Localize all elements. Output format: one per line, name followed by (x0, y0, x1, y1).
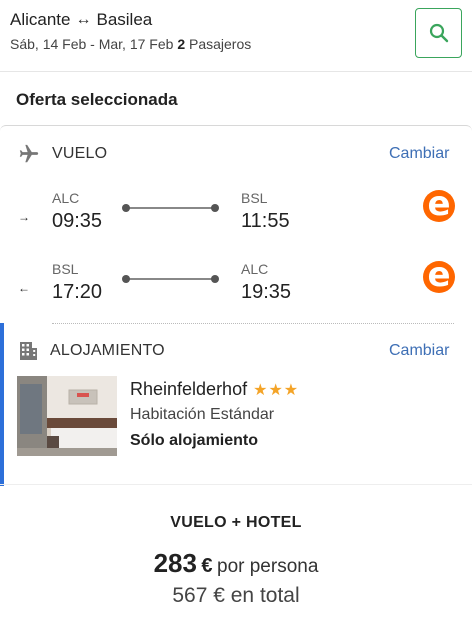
airline-logo: e (423, 187, 455, 222)
departure-time: 17:20 (52, 281, 103, 303)
date-range: Sáb, 14 Feb - Mar, 17 Feb (10, 36, 174, 52)
selected-offer-title: Oferta seleccionada (16, 90, 178, 109)
search-button[interactable] (415, 8, 462, 58)
price-total: 567 € en total (0, 584, 472, 608)
hotel-stars-rating: ★★★ (253, 381, 300, 399)
flight-leg-outbound: → ALC 09:35 BSL 11:55 e (0, 187, 472, 248)
hotel-section-label: ALOJAMIENTO (50, 342, 165, 359)
change-flight-link[interactable]: Cambiar (389, 145, 449, 163)
flight-path-line (126, 207, 216, 209)
hotel-photo[interactable] (17, 376, 117, 456)
destination-city: Basilea (96, 10, 153, 29)
passenger-label: Pasajeros (189, 36, 252, 52)
hotel-name-text: Rheinfelderhof (130, 379, 248, 399)
route-title: Alicante ↔ Basilea (10, 10, 152, 30)
hotel-section-header: ALOJAMIENTO (18, 340, 165, 362)
room-type: Habitación Estándar (130, 406, 275, 423)
return-direction-icon: ← (18, 281, 30, 295)
total-price-label: € en total (213, 584, 300, 607)
flight-section-header: VUELO (18, 143, 107, 165)
trip-dates: Sáb, 14 Feb - Mar, 17 Feb 2 Pasajeros (10, 36, 251, 52)
per-person-label: por persona (217, 556, 319, 577)
departure-airport-code: ALC (52, 190, 80, 206)
outbound-direction-icon: → (18, 210, 30, 224)
hotel-name[interactable]: Rheinfelderhof ★★★ (130, 379, 299, 400)
building-icon (20, 342, 37, 360)
airline-logo: e (423, 258, 455, 293)
summary-divider (0, 484, 472, 485)
flight-path-end-dot (211, 275, 219, 283)
change-hotel-link[interactable]: Cambiar (389, 342, 449, 360)
search-summary-header: Alicante ↔ Basilea Sáb, 14 Feb - Mar, 17… (0, 0, 472, 72)
board-type: Sólo alojamiento (130, 432, 259, 449)
flight-leg-return: ← BSL 17:20 ALC 19:35 e (0, 258, 472, 319)
plane-icon (19, 144, 39, 163)
arrival-airport-code: BSL (241, 190, 268, 206)
flight-path-start-dot (122, 204, 130, 212)
price-per-person: 283 € por persona (0, 548, 472, 579)
search-icon (429, 23, 448, 43)
flight-path-start-dot (122, 275, 130, 283)
offer-card: VUELO Cambiar → ALC 09:35 BSL 11:55 e ← … (0, 125, 472, 625)
flight-section-label: VUELO (52, 145, 108, 162)
flight-path-end-dot (211, 204, 219, 212)
package-type: VUELO + HOTEL (170, 514, 302, 531)
arrival-time: 11:55 (241, 210, 290, 232)
section-divider (52, 323, 454, 324)
departure-time: 09:35 (52, 210, 103, 232)
total-price-value: 567 (172, 584, 208, 607)
arrival-time: 19:35 (241, 281, 292, 303)
arrival-airport-code: ALC (241, 261, 269, 277)
price-currency: € (201, 555, 213, 577)
hotel-selected-indicator (0, 323, 4, 486)
round-trip-arrow-icon: ↔ (75, 11, 92, 28)
flight-path-line (126, 278, 216, 280)
price-per-person-value: 283 (153, 548, 197, 578)
origin-city: Alicante (10, 10, 71, 29)
passenger-count: 2 (177, 36, 186, 52)
departure-airport-code: BSL (52, 261, 79, 277)
